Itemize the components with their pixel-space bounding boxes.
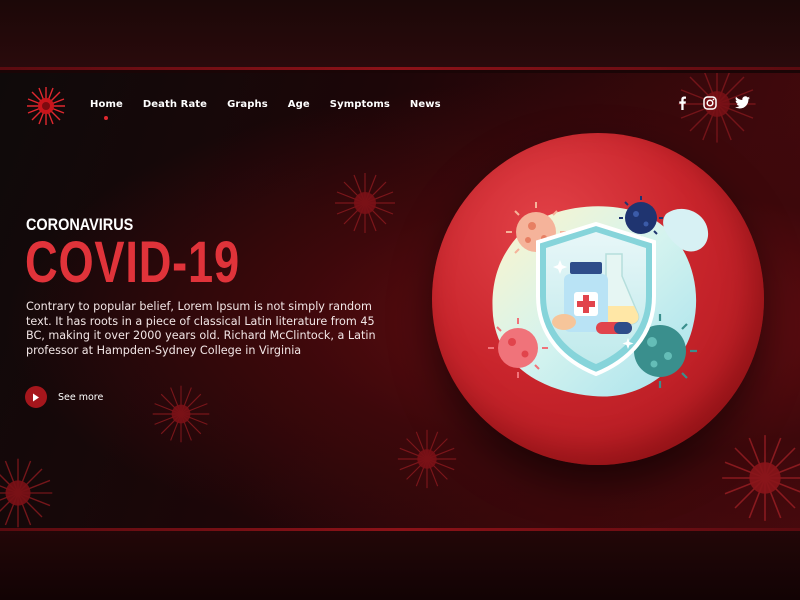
top-band	[0, 0, 800, 70]
virus-decoration-icon	[0, 458, 53, 528]
virus-decoration-icon	[397, 429, 457, 489]
instagram-icon[interactable]	[703, 96, 717, 110]
nav-item-age[interactable]: Age	[288, 99, 310, 110]
nav-label: Symptoms	[329, 99, 390, 110]
see-more-button[interactable]: See more	[25, 386, 103, 408]
virus-logo-icon[interactable]	[26, 86, 66, 126]
virus-decoration-icon	[152, 385, 210, 443]
nav-label: Death Rate	[142, 99, 208, 110]
nav-item-news[interactable]: News	[410, 99, 441, 110]
virus-decoration-icon	[335, 173, 395, 233]
nav-label: News	[409, 99, 441, 110]
nav-item-graphs[interactable]: Graphs	[227, 99, 268, 110]
virus-decoration-icon	[722, 435, 800, 521]
nav-label: Home	[90, 99, 123, 110]
nav-label: Age	[287, 99, 310, 110]
play-icon	[25, 386, 47, 408]
main-nav: Home Death Rate Graphs Age Symptoms News	[90, 99, 461, 120]
nav-label: Graphs	[227, 99, 268, 110]
nav-item-death-rate[interactable]: Death Rate	[143, 99, 207, 110]
page-title: COVID-19	[25, 230, 240, 295]
medical-shield-illustration	[488, 196, 709, 397]
twitter-icon[interactable]	[735, 96, 750, 109]
bottom-band	[0, 528, 800, 600]
virus-decoration-icon	[678, 73, 756, 143]
hero-description: Contrary to popular belief, Lorem Ipsum …	[26, 300, 376, 357]
see-more-label: See more	[58, 391, 104, 403]
nav-item-symptoms[interactable]: Symptoms	[330, 99, 390, 110]
nav-item-home[interactable]: Home	[90, 99, 123, 120]
facebook-icon[interactable]	[676, 96, 688, 110]
